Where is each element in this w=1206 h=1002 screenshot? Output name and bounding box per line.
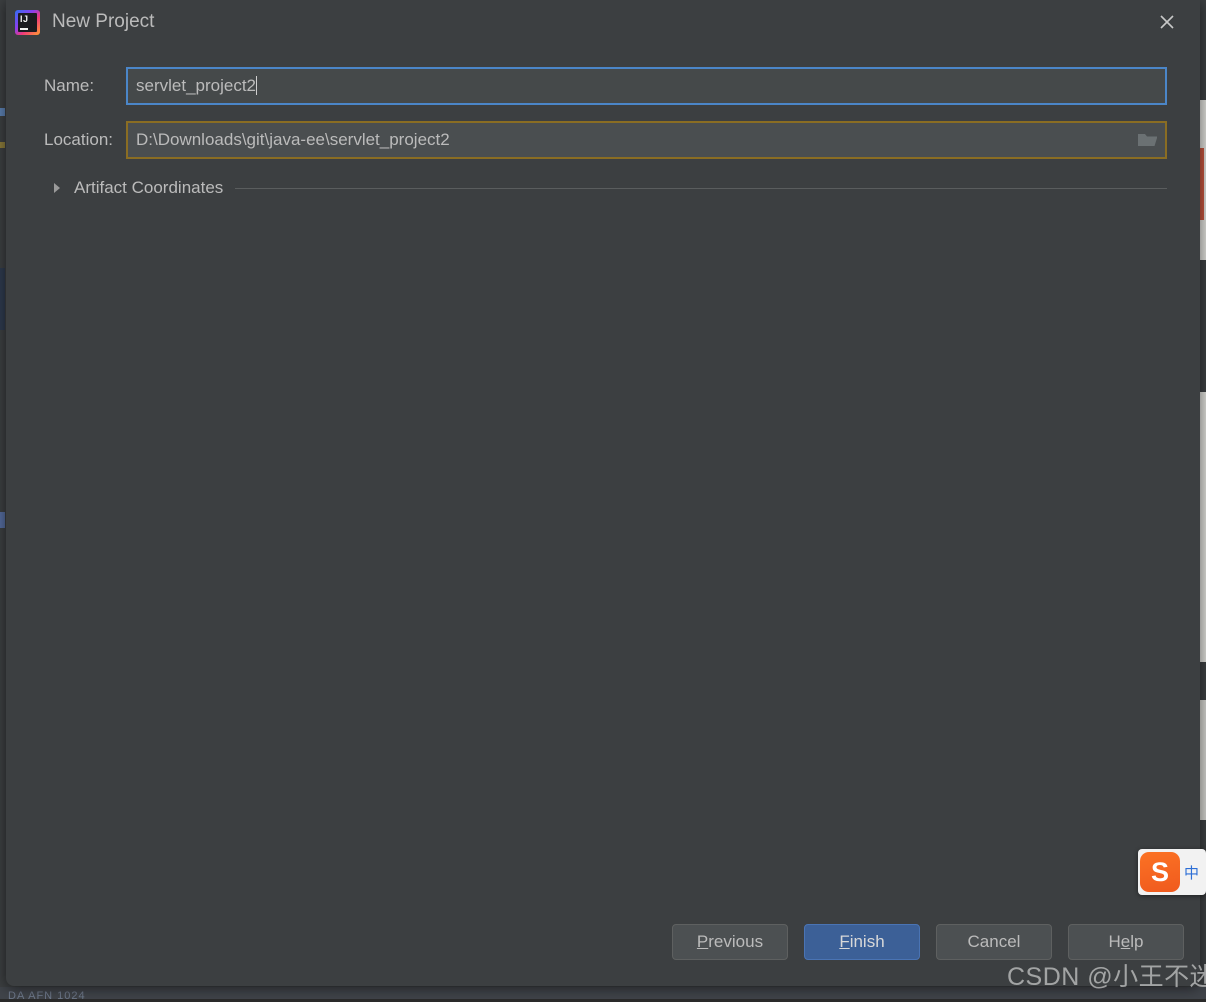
dialog-title: New Project xyxy=(52,9,154,35)
close-icon[interactable] xyxy=(1150,6,1184,38)
sogou-logo-icon: S xyxy=(1140,852,1180,892)
previous-button[interactable]: Previous xyxy=(672,924,788,960)
dialog-button-bar: Previous Finish Cancel Help xyxy=(6,914,1200,986)
name-label: Name: xyxy=(44,67,94,105)
previous-button-label: revious xyxy=(708,932,763,951)
artifact-coordinates-section[interactable]: Artifact Coordinates xyxy=(6,175,1167,201)
intellij-idea-icon: IJ xyxy=(15,10,40,35)
sogou-ime-widget[interactable]: S 中 xyxy=(1138,849,1206,895)
location-field-row: Location: D:\Downloads\git\java-ee\servl… xyxy=(6,121,1200,159)
new-project-dialog: IJ New Project Name: servlet_project2 Lo… xyxy=(6,0,1200,986)
name-input-value: servlet_project2 xyxy=(136,76,256,95)
artifact-coordinates-label: Artifact Coordinates xyxy=(74,178,223,198)
background-left-accent xyxy=(0,108,5,116)
help-button-label: lp xyxy=(1130,932,1143,951)
section-divider xyxy=(235,188,1167,189)
sogou-logo-letter: S xyxy=(1151,859,1169,886)
name-field-row: Name: servlet_project2 xyxy=(6,67,1200,105)
location-input-value: D:\Downloads\git\java-ee\servlet_project… xyxy=(128,130,1131,150)
location-label: Location: xyxy=(44,121,113,159)
help-button[interactable]: Help xyxy=(1068,924,1184,960)
triangle-right-icon[interactable] xyxy=(44,182,70,194)
folder-icon[interactable] xyxy=(1131,123,1165,157)
background-status-text: DA AFN 1024 xyxy=(8,990,86,1002)
background-left-accent xyxy=(0,512,5,528)
location-input[interactable]: D:\Downloads\git\java-ee\servlet_project… xyxy=(126,121,1167,159)
cancel-button-label: Cancel xyxy=(968,932,1021,952)
ime-mode-label: 中 xyxy=(1184,862,1199,883)
background-left-accent xyxy=(0,268,5,330)
cancel-button[interactable]: Cancel xyxy=(936,924,1052,960)
dialog-form: Name: servlet_project2 Location: D:\Down… xyxy=(6,45,1200,986)
dialog-titlebar: IJ New Project xyxy=(6,0,1200,45)
name-input[interactable]: servlet_project2 xyxy=(126,67,1167,105)
background-left-accent xyxy=(0,142,5,148)
background-taskbar: DA AFN 1024 xyxy=(0,987,1206,999)
finish-button-label: inish xyxy=(850,932,885,951)
finish-button[interactable]: Finish xyxy=(804,924,920,960)
text-caret xyxy=(256,76,257,95)
